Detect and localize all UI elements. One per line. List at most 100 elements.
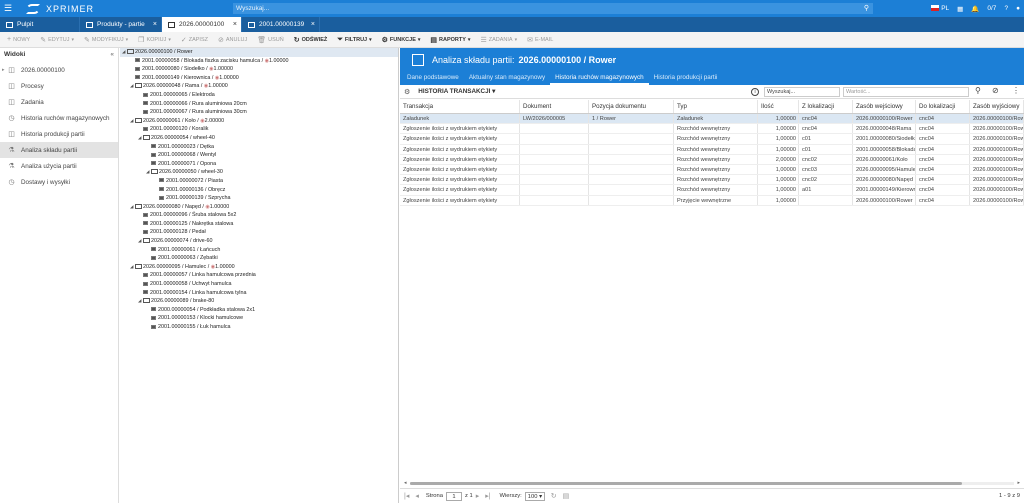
- notifications-icon[interactable]: 🔔: [971, 5, 979, 13]
- column-header[interactable]: Typ: [674, 100, 758, 113]
- gear-icon[interactable]: ⚙: [404, 88, 410, 96]
- toolbar-button-8[interactable]: ⏷ Filtruj ▾: [332, 32, 376, 48]
- tree-node[interactable]: 2001.00000155 / Łuk hamulca: [120, 323, 398, 332]
- column-header[interactable]: Pozycja dokumentu: [589, 100, 674, 113]
- first-page-icon[interactable]: |◂: [404, 492, 409, 500]
- table-row[interactable]: Zgłoszenie ilości z wydrukiem etykiety Ro…: [400, 124, 1024, 135]
- filter-value-input[interactable]: Wartość...: [843, 87, 969, 97]
- tree-node[interactable]: ◢ 2026.00000095 / Hamulec / ◉ 1.00000: [120, 263, 398, 272]
- tab-3[interactable]: 2001.00000139 ×: [242, 17, 320, 32]
- tree-node[interactable]: 2001.00000061 / Łańcuch: [120, 246, 398, 255]
- column-header[interactable]: Do lokalizacji: [916, 100, 970, 113]
- scroll-thumb[interactable]: [410, 482, 962, 485]
- column-header[interactable]: Ilość: [758, 100, 799, 113]
- table-row[interactable]: Zgłoszenie ilości z wydrukiem etykiety Ro…: [400, 134, 1024, 145]
- close-icon[interactable]: ×: [233, 21, 237, 28]
- expand-icon[interactable]: ▸: [2, 67, 5, 73]
- toolbar-button-10[interactable]: ▤ Raporty ▾: [425, 32, 475, 48]
- tree-node[interactable]: ◢ 2026.00000089 / brake-80: [120, 297, 398, 306]
- toolbar-button-6[interactable]: 🗑 Usuń: [252, 32, 288, 48]
- refresh-icon[interactable]: ↻: [551, 492, 557, 500]
- toolbar-button-0[interactable]: + Nowy: [2, 32, 35, 48]
- tree-node[interactable]: 2001.00000065 / Elektroda: [120, 91, 398, 100]
- tree-node[interactable]: 2001.00000023 / Dętka: [120, 143, 398, 152]
- more-options-icon[interactable]: ⋮: [1012, 86, 1020, 95]
- page-input[interactable]: 1: [445, 491, 462, 501]
- tree-node[interactable]: 2001.00000149 / Kierownica / ◉ 1.00000: [120, 74, 398, 83]
- toolbar-button-9[interactable]: ⚙ Funkcje ▾: [377, 32, 426, 48]
- tree-node[interactable]: 2001.00000058 / Blokada fiszka zacisku h…: [120, 57, 398, 66]
- table-row[interactable]: Załadunek LW/2026/000005 1 / Rower Załadune…: [400, 114, 1024, 125]
- table-row[interactable]: Zgłoszenie ilości z wydrukiem etykiety Ro…: [400, 154, 1024, 165]
- tree-node[interactable]: 2001.00000139 / Szprycha: [120, 194, 398, 203]
- column-header[interactable]: Z lokalizacji: [799, 100, 853, 113]
- rows-per-page-select[interactable]: 100 ▾: [524, 491, 545, 501]
- scroll-left-icon[interactable]: ◂: [404, 480, 407, 486]
- last-page-icon[interactable]: ▸|: [485, 492, 490, 500]
- user-icon[interactable]: ●: [1016, 5, 1020, 12]
- search-icon[interactable]: ⚲: [975, 86, 981, 95]
- search-icon[interactable]: ⚲: [864, 3, 869, 14]
- section-dropdown[interactable]: HISTORIA TRANSAKCJI ▾: [418, 88, 495, 95]
- tree-node[interactable]: 2001.00000066 / Rura aluminiowa 20cm: [120, 100, 398, 109]
- next-page-icon[interactable]: ▸: [476, 492, 480, 500]
- toolbar-button-5[interactable]: ⊘ Anuluj: [213, 32, 252, 48]
- sidebar-item-1[interactable]: ◫ Procesy: [0, 78, 118, 94]
- tree-node[interactable]: 2001.00000057 / Linka hamulcowa przednia: [120, 271, 398, 280]
- tab-1[interactable]: Produkty - partie ×: [80, 17, 162, 32]
- subtab-0[interactable]: Dane podstawowe: [402, 71, 464, 85]
- scroll-right-icon[interactable]: ▸: [1017, 480, 1020, 486]
- tree-node[interactable]: ◢ 2026.00000061 / Koło / ◉ 2.00000: [120, 117, 398, 126]
- collapse-icon[interactable]: «: [110, 48, 114, 62]
- table-row[interactable]: Zgłoszenie ilości z wydrukiem etykiety Ro…: [400, 175, 1024, 186]
- grid-icon[interactable]: ▦: [957, 5, 963, 13]
- tree-node[interactable]: ◢ 2026.00000048 / Rama / ◉ 1.00000: [120, 82, 398, 91]
- tree-node[interactable]: 2001.00000120 / Koralik: [120, 125, 398, 134]
- table-row[interactable]: Zgłoszenie ilości z wydrukiem etykiety Pr…: [400, 195, 1024, 206]
- filter-field-select[interactable]: Wyszukaj...: [764, 87, 840, 97]
- language-selector[interactable]: PL: [931, 5, 949, 12]
- clear-filter-icon[interactable]: ⊘: [992, 86, 999, 95]
- table-row[interactable]: Zgłoszenie ilości z wydrukiem etykiety Ro…: [400, 185, 1024, 196]
- tree-node[interactable]: 2001.00000072 / Piasta: [120, 177, 398, 186]
- subtab-2[interactable]: Historia ruchów magazynowych: [550, 71, 649, 85]
- sidebar-item-7[interactable]: ◷ Dostawy i wysyłki: [0, 174, 118, 190]
- subtab-3[interactable]: Historia produkcji partii: [649, 71, 723, 85]
- table-row[interactable]: Zgłoszenie ilości z wydrukiem etykiety Ro…: [400, 164, 1024, 176]
- column-header[interactable]: Zasób wyjściowy: [970, 100, 1024, 113]
- tree-node[interactable]: 2000.00000054 / Podkładka stalowa 2x1: [120, 306, 398, 315]
- tree-node[interactable]: 2001.00000063 / Zębatki: [120, 254, 398, 263]
- toolbar-button-11[interactable]: ☰ Zadania ▾: [475, 32, 522, 48]
- subtab-1[interactable]: Aktualny stan magazynowy: [464, 71, 550, 85]
- column-header[interactable]: Transakcja: [400, 100, 520, 113]
- info-icon[interactable]: i: [751, 88, 759, 96]
- tree-node[interactable]: 2001.00000125 / Nakrętka stalowa: [120, 220, 398, 229]
- tasks-badge[interactable]: 0/7: [987, 5, 996, 12]
- toolbar-button-12[interactable]: ✉ E-mail: [522, 32, 558, 48]
- sidebar-item-3[interactable]: ◷ Historia ruchów magazynowych: [0, 110, 118, 126]
- tab-0[interactable]: Pulpit: [0, 17, 80, 32]
- tree-node[interactable]: 2001.00000071 / Opona: [120, 160, 398, 169]
- column-header[interactable]: Zasób wejściowy: [853, 100, 916, 113]
- close-icon[interactable]: ×: [153, 21, 157, 28]
- sidebar-item-6[interactable]: ⚗ Analiza użycia partii: [0, 158, 118, 174]
- toolbar-button-7[interactable]: ↻ Odśwież: [289, 32, 333, 48]
- tree-node[interactable]: 2001.00000080 / Siodełko / ◉ 1.00000: [120, 65, 398, 74]
- tree-node[interactable]: 2001.00000154 / Linka hamulcowa tylna: [120, 289, 398, 298]
- help-icon[interactable]: ?: [1004, 5, 1008, 12]
- sidebar-item-5[interactable]: ⚗ Analiza składu partii: [0, 142, 118, 158]
- tree-node[interactable]: 2001.00000058 / Uchwyt hamulca: [120, 280, 398, 289]
- toolbar-button-4[interactable]: ✓ Zapisz: [176, 32, 213, 48]
- tree-node[interactable]: 2001.00000096 / Śruba stalowa 5x2: [120, 211, 398, 220]
- tree-node[interactable]: 2001.00000128 / Pedał: [120, 228, 398, 237]
- global-search-input[interactable]: Wyszukaj... ⚲: [233, 3, 873, 14]
- tree-node[interactable]: 2001.00000153 / Klocki hamulcowe: [120, 314, 398, 323]
- tree-node[interactable]: 2001.00000067 / Rura aluminiowa 30cm: [120, 108, 398, 117]
- sidebar-item-4[interactable]: ◫ Historia produkcji partii: [0, 126, 118, 142]
- sidebar-item-0[interactable]: ▸ ◫ 2026.00000100: [0, 62, 118, 78]
- tree-node[interactable]: ◢ 2026.00000100 / Rower: [120, 48, 398, 57]
- tab-2[interactable]: 2026.00000100 ×: [162, 17, 242, 32]
- toolbar-button-3[interactable]: ❐ Kopiuj ▾: [133, 32, 176, 48]
- horizontal-scrollbar[interactable]: ◂ ▸: [404, 480, 1020, 486]
- menu-icon[interactable]: ☰: [0, 0, 16, 17]
